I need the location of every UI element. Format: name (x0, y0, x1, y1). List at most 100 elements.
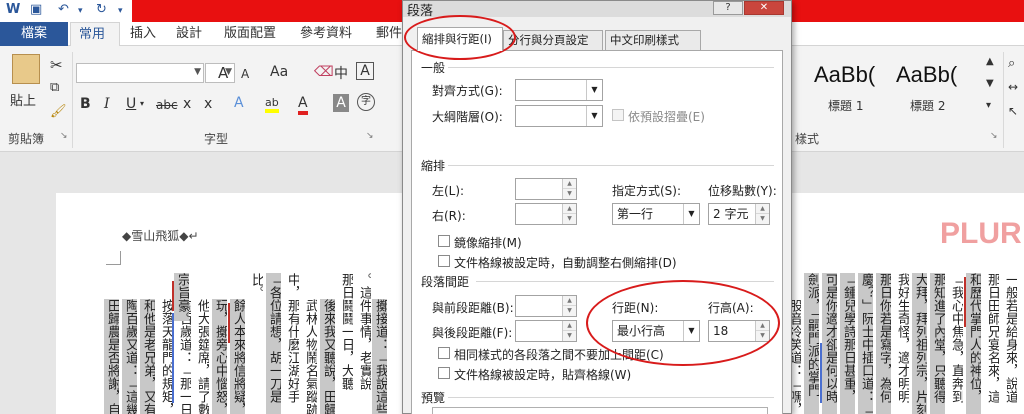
revision-mark (228, 303, 230, 343)
spin-down-icon[interactable]: ▼ (563, 214, 576, 224)
copy-icon[interactable]: ⧉ (50, 80, 59, 95)
line-spacing-at-input[interactable]: 18 ▲ ▼ (708, 320, 770, 342)
spinner[interactable]: ▲ ▼ (755, 321, 769, 341)
indent-right-label: 右(R): (432, 209, 466, 223)
font-color-icon[interactable]: A (298, 95, 308, 115)
help-button[interactable]: ? (713, 1, 743, 15)
font-group-label: 字型 (204, 132, 229, 146)
text-column: 陶百歲又道：「這幾年 (122, 299, 137, 414)
alignment-dropdown[interactable]: ▼ (515, 79, 603, 101)
text-column: 武林人物鬧名氣蹤跡 (303, 299, 317, 414)
text-effects-icon[interactable]: A (234, 95, 244, 111)
clear-format-icon[interactable]: ⌫ (314, 64, 334, 80)
save-icon[interactable]: ▣ (30, 2, 42, 17)
spin-down-icon[interactable]: ▼ (563, 189, 576, 199)
spinner[interactable]: ▲ ▼ (755, 204, 769, 224)
bold-icon[interactable]: B (80, 96, 91, 112)
style-heading2-sample[interactable]: AaBb( (896, 62, 957, 88)
spin-down-icon[interactable]: ▼ (563, 331, 576, 341)
format-painter-icon[interactable]: 🖌 (50, 104, 67, 119)
spacing-before-input[interactable]: ▲ ▼ (515, 295, 577, 317)
strikethrough-icon[interactable]: abc (156, 98, 178, 112)
spinner[interactable]: ▲ ▼ (562, 179, 576, 199)
customize-qat-icon[interactable]: ▾ (118, 6, 123, 16)
chevron-down-icon: ▼ (683, 321, 699, 341)
phonetic-guide-icon[interactable]: 中 (334, 63, 348, 83)
change-case-icon[interactable]: Aa (270, 64, 288, 80)
spin-down-icon[interactable]: ▼ (563, 306, 576, 316)
styles-launcher-icon[interactable]: ↘ (990, 131, 998, 141)
text-column: 比。 (249, 273, 263, 299)
clipboard-group-label: 剪貼簿 (8, 132, 45, 146)
spinner[interactable]: ▲ ▼ (562, 296, 576, 316)
clipboard-launcher-icon[interactable]: ↘ (60, 131, 68, 141)
section-divider (476, 281, 774, 282)
tab-asian-typography[interactable]: 中文印刷樣式(H) (605, 30, 701, 65)
character-border-icon[interactable]: A (356, 62, 374, 80)
italic-icon[interactable]: I (104, 96, 110, 112)
spacing-after-input[interactable]: ▲ ▼ (515, 320, 577, 342)
indent-left-input[interactable]: ▲ ▼ (515, 178, 577, 200)
style-heading1-sample[interactable]: AaBb( (814, 62, 875, 88)
subscript-icon[interactable]: x (183, 96, 191, 112)
dialog-title-bar: 段落 ? ✕ (403, 1, 791, 19)
character-shading-icon[interactable]: A (333, 94, 349, 112)
snap-to-grid-checkbox[interactable] (438, 367, 450, 379)
line-spacing-dropdown[interactable]: 最小行高 ▼ (612, 320, 700, 342)
spin-up-icon[interactable]: ▲ (756, 204, 769, 214)
spin-up-icon[interactable]: ▲ (756, 321, 769, 331)
tab-line-page-breaks[interactable]: 分行與分頁設定(P) (503, 30, 603, 65)
superscript-icon[interactable]: x (204, 96, 212, 112)
font-name-combo[interactable]: ▼ (76, 63, 204, 83)
spin-up-icon[interactable]: ▲ (563, 296, 576, 306)
tab-home[interactable]: 常用 (70, 22, 120, 46)
spinner[interactable]: ▲ ▼ (562, 321, 576, 341)
spin-up-icon[interactable]: ▲ (563, 179, 576, 189)
styles-more-icon[interactable]: ▾ (986, 100, 991, 111)
tab-design[interactable]: 設計 (168, 22, 210, 46)
replace-icon[interactable]: ↔ (1008, 80, 1018, 94)
undo-dropdown-icon[interactable]: ▾ (78, 6, 83, 16)
tab-insert[interactable]: 插入 (122, 22, 164, 46)
auto-adjust-indent-checkbox[interactable] (438, 255, 450, 267)
underline-icon[interactable]: U (126, 96, 136, 112)
paste-icon[interactable] (12, 54, 40, 84)
styles-scroll-up-icon[interactable]: ▲ (986, 56, 994, 67)
underline-dropdown-icon[interactable]: ▾ (140, 99, 144, 108)
collapse-by-default-checkbox[interactable] (612, 109, 624, 121)
cut-icon[interactable]: ✂ (50, 56, 63, 74)
text-column: 「我心中焦急，直奔到 (949, 273, 963, 403)
text-column: 一般若是給身來，說道 (1003, 273, 1017, 403)
special-indent-dropdown[interactable]: 第一行 ▼ (612, 203, 700, 225)
outline-level-dropdown[interactable]: ▼ (515, 105, 603, 127)
undo-icon[interactable]: ↶ (58, 2, 69, 17)
section-divider (448, 67, 774, 68)
mirror-indents-checkbox[interactable] (438, 235, 450, 247)
indent-by-input[interactable]: 2 字元 ▲ ▼ (708, 203, 770, 225)
spin-up-icon[interactable]: ▲ (563, 204, 576, 214)
grow-font-icon[interactable]: A (218, 64, 228, 82)
close-button[interactable]: ✕ (744, 1, 784, 15)
tab-indents-spacing[interactable]: 縮排與行距(I) (417, 27, 503, 51)
font-launcher-icon[interactable]: ↘ (366, 131, 374, 141)
shrink-font-icon[interactable]: A (241, 67, 249, 81)
spin-down-icon[interactable]: ▼ (756, 331, 769, 341)
spin-down-icon[interactable]: ▼ (756, 214, 769, 224)
tab-file[interactable]: 檔案 (0, 22, 68, 46)
highlight-icon[interactable]: ab (265, 96, 279, 113)
spinner[interactable]: ▲ ▼ (562, 204, 576, 224)
tab-layout[interactable]: 版面配置 (216, 22, 284, 46)
find-icon[interactable]: ⌕ (1008, 56, 1015, 71)
tab-references[interactable]: 參考資料 (292, 22, 360, 46)
tab-panel: 一般 對齊方式(G): ▼ 大綱階層(O): ▼ 依預設摺疊(E) 縮排 左(L… (411, 50, 783, 414)
enclose-characters-icon[interactable]: 字 (357, 93, 375, 111)
redo-icon[interactable]: ↻ (96, 2, 107, 17)
no-space-same-style-checkbox[interactable] (438, 347, 450, 359)
paste-button[interactable]: 貼上 (10, 90, 36, 109)
style-heading1-name: 標題 1 (828, 99, 864, 113)
general-section-label: 一般 (421, 61, 446, 75)
styles-scroll-down-icon[interactable]: ▼ (986, 78, 994, 89)
select-icon[interactable]: ↖ (1008, 104, 1018, 118)
spin-up-icon[interactable]: ▲ (563, 321, 576, 331)
indent-right-input[interactable]: ▲ ▼ (515, 203, 577, 225)
